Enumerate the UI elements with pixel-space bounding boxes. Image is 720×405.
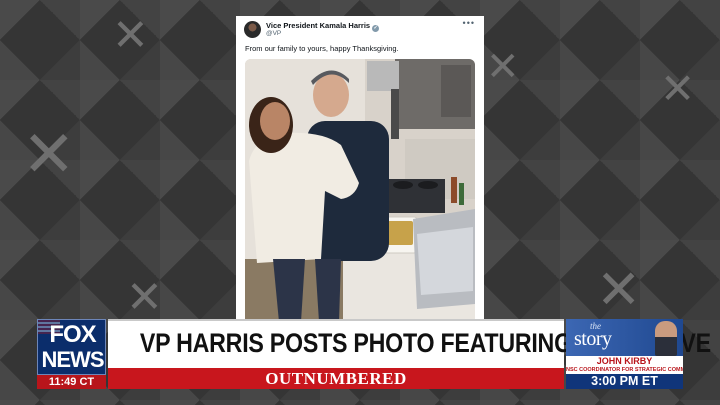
x-logo-icon: ✕ — [22, 118, 76, 192]
headline-bar: VP HARRIS POSTS PHOTO FEATURING GAS STOV… — [108, 319, 711, 368]
tweet-handle: @VP — [266, 30, 282, 37]
show-name: OUTNUMBERED — [265, 369, 407, 388]
tweet-photo — [245, 59, 475, 322]
promo-guest-title: NSC COORDINATOR FOR STRATEGIC COMMUNICAT… — [566, 366, 683, 374]
promo-guest-name: JOHN KIRBY — [566, 356, 683, 366]
headline-text: VP HARRIS POSTS PHOTO FEATURING GAS STOV… — [139, 328, 711, 358]
guest-photo — [655, 321, 677, 356]
x-logo-icon: ✕ — [660, 64, 696, 113]
news-lower-third: FOX NEWS 11:49 CT VP HARRIS POSTS PHOTO … — [37, 319, 711, 389]
logo-line-fox: FOX — [49, 321, 96, 348]
family-kitchen-photo — [245, 59, 475, 322]
promo-show-story: story — [574, 328, 612, 350]
tweet-card: Vice President Kamala Harris ✓ @VP ••• Fr… — [236, 16, 484, 322]
more-dots-icon[interactable]: ••• — [463, 18, 475, 28]
logo-line-news: NEWS — [41, 347, 105, 372]
x-logo-icon: ✕ — [596, 258, 642, 321]
tweet-text: From our family to yours, happy Thanksgi… — [245, 44, 399, 53]
promo-banner: the story — [566, 319, 683, 356]
x-logo-icon: ✕ — [126, 272, 163, 323]
x-logo-icon: ✕ — [112, 10, 149, 61]
broadcast-clock: 11:49 CT — [37, 375, 106, 389]
author-name-text: Vice President Kamala Harris — [266, 21, 371, 30]
tweet-author-name: Vice President Kamala Harris ✓ — [266, 21, 380, 32]
upcoming-show-promo: the story JOHN KIRBY NSC COORDINATOR FOR… — [566, 319, 683, 389]
show-name-bar: OUTNUMBERED — [108, 368, 564, 389]
x-logo-icon: ✕ — [486, 44, 520, 90]
promo-time: 3:00 PM ET — [591, 374, 658, 388]
verified-badge-icon: ✓ — [372, 25, 380, 32]
author-avatar — [244, 21, 261, 38]
fox-news-logo: FOX NEWS — [37, 319, 106, 375]
